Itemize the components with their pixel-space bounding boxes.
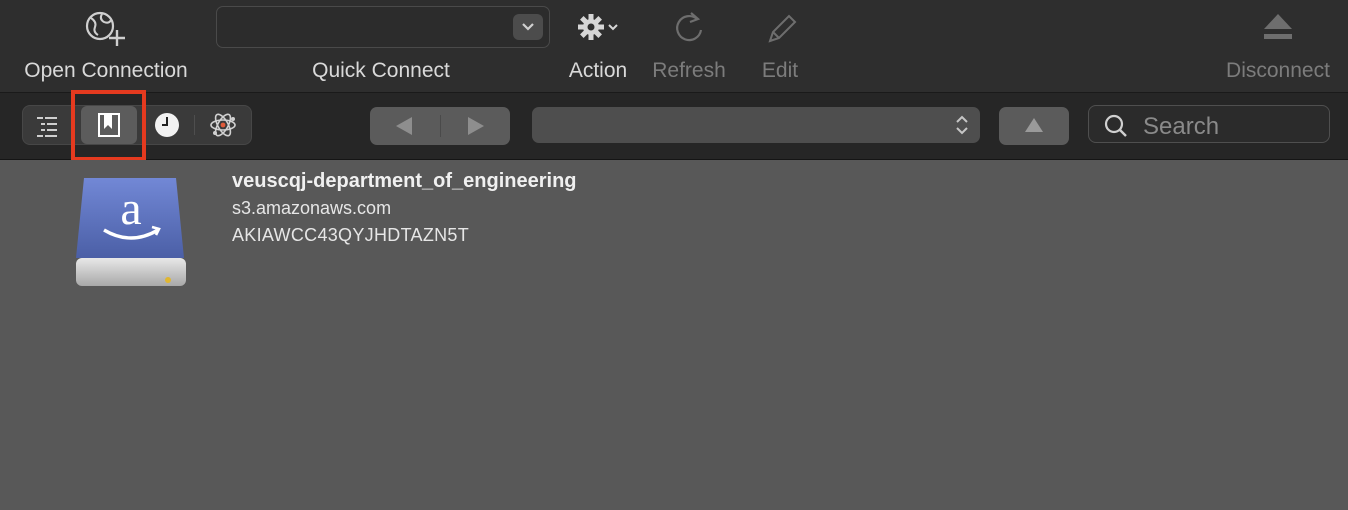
updown-chevron-icon: [956, 115, 968, 135]
action-label: Action: [568, 59, 628, 82]
bonjour-view-button[interactable]: [195, 106, 251, 144]
quick-connect: Quick Connect: [290, 0, 472, 92]
parent-directory-button[interactable]: [999, 107, 1069, 145]
back-arrow-icon: [396, 117, 412, 135]
forward-arrow-icon: [468, 117, 484, 135]
bookmark-hostname: s3.amazonaws.com: [232, 198, 392, 218]
browser-navigation-bar: Search: [0, 93, 1348, 160]
bookmark-list: a veuscqj-department_of_engineering s3.a…: [0, 160, 1348, 510]
refresh-icon: [676, 12, 703, 42]
history-view-button[interactable]: [139, 106, 195, 144]
main-toolbar: Open Connection Quick Connect Action Ref…: [0, 0, 1348, 93]
bookmark-username: AKIAWCC43QYJHDTAZN5T: [232, 225, 470, 245]
gear-icon: [578, 14, 618, 40]
quick-connect-label: Quick Connect: [312, 59, 450, 82]
bonjour-network-icon: [210, 113, 236, 137]
back-button[interactable]: [370, 107, 440, 145]
highlight-annotation: [71, 90, 146, 161]
amazon-s3-drive-icon: a: [76, 178, 186, 286]
pencil-icon: [768, 14, 797, 43]
globe-plus-icon: [85, 11, 125, 46]
disconnect-button[interactable]: Disconnect: [1216, 0, 1340, 92]
open-connection-label: Open Connection: [24, 59, 188, 82]
quick-connect-dropdown-button[interactable]: [513, 14, 543, 40]
up-arrow-icon: [1025, 118, 1043, 132]
action-button[interactable]: Action: [560, 0, 636, 92]
clock-icon: [155, 113, 179, 137]
search-icon: [1104, 114, 1127, 137]
forward-button[interactable]: [441, 107, 510, 145]
disconnect-label: Disconnect: [1226, 59, 1330, 82]
search-field[interactable]: Search: [1088, 105, 1330, 143]
bookmark-name: veuscqj-department_of_engineering: [232, 170, 577, 192]
back-forward-control: [370, 107, 510, 145]
open-connection-button[interactable]: Open Connection: [10, 0, 202, 92]
refresh-label: Refresh: [652, 59, 726, 82]
eject-icon: [1264, 14, 1292, 39]
edit-button[interactable]: Edit: [748, 0, 812, 92]
path-popup-button[interactable]: [532, 107, 980, 143]
svg-text:a: a: [120, 182, 141, 235]
chevron-down-icon: [522, 23, 534, 31]
search-placeholder: Search: [1143, 113, 1220, 140]
refresh-button[interactable]: Refresh: [646, 0, 732, 92]
edit-label: Edit: [761, 59, 799, 82]
